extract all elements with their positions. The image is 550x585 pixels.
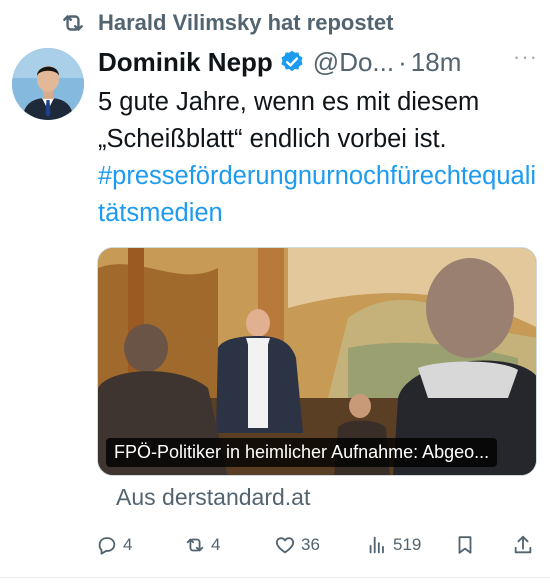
bookmark-icon — [458, 536, 472, 554]
author-handle[interactable]: @Do... — [313, 47, 394, 78]
analytics-icon — [369, 536, 384, 554]
repost-icon — [186, 538, 204, 552]
link-card-image[interactable]: FPÖ-Politiker in heimlicher Aufnahme: Ab… — [97, 247, 537, 476]
post-timestamp[interactable]: 18m — [411, 47, 462, 78]
bookmark-button[interactable] — [454, 527, 481, 563]
reply-count: 4 — [123, 535, 133, 554]
link-source[interactable]: Aus derstandard.at — [116, 484, 310, 511]
reply-icon — [98, 537, 116, 555]
post-text-line-2: „Scheißblatt“ endlich vorbei ist. — [98, 125, 447, 153]
post-header: Dominik Nepp @Do... · 18m ··· — [98, 42, 538, 82]
repost-icon — [63, 15, 83, 31]
repost-text: Harald Vilimsky hat repostet — [98, 10, 394, 35]
repost-button[interactable]: 4 — [184, 527, 220, 563]
views-button[interactable]: 519 — [366, 527, 421, 563]
divider — [0, 577, 550, 578]
share-icon — [514, 535, 532, 554]
hashtag-link[interactable]: #presseförderungnurnochfürechtequalitäts… — [98, 158, 538, 232]
link-card-caption: FPÖ-Politiker in heimlicher Aufnahme: Ab… — [106, 438, 498, 467]
heart-icon — [275, 537, 295, 554]
separator-dot: · — [398, 46, 407, 77]
repost-indicator[interactable]: Harald Vilimsky hat repostet — [60, 8, 394, 38]
views-count: 519 — [393, 535, 422, 554]
reply-button[interactable]: 4 — [96, 527, 132, 563]
repost-count: 4 — [211, 535, 221, 554]
like-button[interactable]: 36 — [274, 527, 320, 563]
action-bar: 4 4 36 519 — [96, 527, 540, 563]
share-button[interactable] — [512, 527, 539, 563]
post-text-line-1: 5 gute Jahre, wenn es mit diesem — [98, 88, 480, 116]
verified-badge-icon — [281, 50, 303, 72]
avatar[interactable] — [12, 48, 84, 120]
like-count: 36 — [301, 535, 320, 554]
author-name[interactable]: Dominik Nepp — [98, 47, 273, 78]
more-options-icon[interactable]: ··· — [513, 44, 538, 70]
post-text: 5 gute Jahre, wenn es mit diesem „Scheiß… — [98, 84, 538, 232]
